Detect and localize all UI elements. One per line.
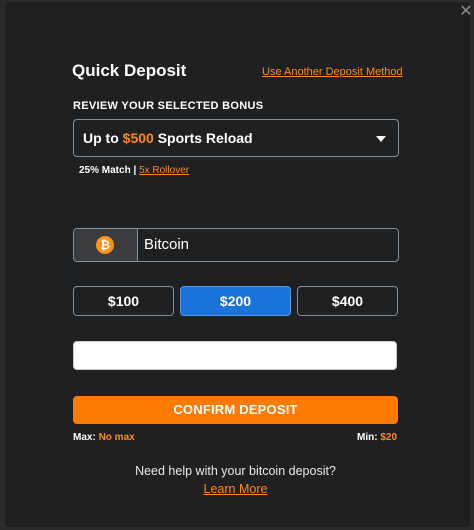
max-limit: Max: No max — [73, 432, 135, 443]
amount-button-200[interactable]: $200 — [180, 286, 291, 316]
bonus-amount: $500 — [122, 130, 154, 146]
max-value: No max — [98, 432, 135, 443]
bonus-section-label: REVIEW YOUR SELECTED BONUS — [73, 100, 264, 112]
bonus-separator: | — [133, 165, 137, 176]
bonus-prefix: Up to — [83, 130, 123, 146]
amount-button-100[interactable]: $100 — [73, 286, 174, 316]
bonus-details: 25% Match | 5x Rollover — [79, 165, 189, 176]
amount-input[interactable] — [73, 341, 397, 370]
method-icon-box: ₿ — [74, 229, 138, 261]
payment-method-field[interactable]: ₿ Bitcoin — [73, 228, 399, 262]
bonus-select-value: Up to $500 Sports Reload — [83, 130, 253, 146]
min-label: Min: — [357, 432, 378, 443]
bitcoin-icon: ₿ — [96, 236, 114, 254]
bonus-select[interactable]: Up to $500 Sports Reload — [73, 119, 399, 157]
close-icon[interactable]: ✕ — [458, 4, 474, 20]
max-label: Max: — [73, 432, 96, 443]
learn-more-wrap: Learn More — [73, 482, 398, 496]
method-label: Bitcoin — [144, 236, 190, 253]
amount-button-400[interactable]: $400 — [297, 286, 398, 316]
bonus-suffix: Sports Reload — [153, 130, 253, 146]
chevron-down-icon — [376, 136, 386, 142]
min-value: $20 — [380, 432, 398, 443]
learn-more-link[interactable]: Learn More — [204, 482, 268, 496]
help-text: Need help with your bitcoin deposit? — [135, 464, 336, 478]
modal-title: Quick Deposit — [72, 61, 187, 80]
rollover-link[interactable]: 5x Rollover — [139, 165, 189, 176]
min-limit: Min: $20 — [357, 432, 397, 443]
bonus-match: 25% Match — [79, 165, 131, 176]
confirm-deposit-button[interactable]: CONFIRM DEPOSIT — [73, 396, 398, 424]
use-another-method-link[interactable]: Use Another Deposit Method — [262, 66, 403, 78]
